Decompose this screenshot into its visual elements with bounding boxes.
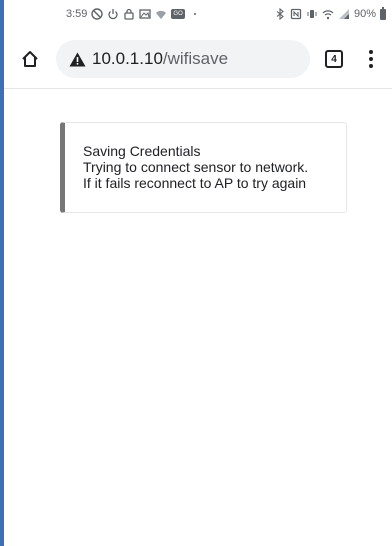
- more-dots-icon: [189, 8, 201, 20]
- menu-dot: [369, 50, 373, 54]
- nfc-icon: [290, 8, 302, 20]
- battery-percent: 90%: [353, 8, 376, 20]
- status-message-card: Saving Credentials Trying to connect sen…: [60, 122, 347, 213]
- menu-dot: [369, 57, 373, 61]
- home-icon: [22, 51, 38, 67]
- power-icon: [107, 8, 119, 20]
- overflow-menu-icon[interactable]: [364, 48, 378, 70]
- address-bar[interactable]: 10.0.1.10/wifisave: [56, 40, 310, 78]
- wifi-icon: [155, 8, 167, 20]
- image-icon: [139, 8, 152, 20]
- url-host: 10.0.1.10: [92, 49, 163, 68]
- status-time: 3:59: [66, 8, 88, 20]
- tab-switcher-icon[interactable]: 4: [325, 50, 343, 68]
- message-line-retry: If it fails reconnect to AP to try again: [83, 175, 307, 191]
- wifi-signal-icon: [322, 8, 334, 20]
- vibrate-icon: [306, 8, 318, 20]
- bluetooth-icon: [274, 8, 286, 20]
- status-right: 90%: [274, 6, 386, 20]
- message-line-connecting: Trying to connect sensor to network.: [83, 159, 309, 175]
- tab-count: 4: [331, 53, 337, 65]
- do-not-disturb-icon: [91, 8, 104, 20]
- message-title: Saving Credentials: [83, 143, 201, 159]
- home-button[interactable]: [18, 47, 42, 71]
- status-left: 3:59 GO: [66, 8, 201, 20]
- menu-dot: [369, 64, 373, 68]
- url-text: 10.0.1.10/wifisave: [92, 49, 228, 69]
- cell-signal-icon: [338, 8, 350, 20]
- status-bar: 3:59 GO 90%: [4, 0, 392, 30]
- lock-icon: [123, 8, 135, 20]
- browser-toolbar: 10.0.1.10/wifisave 4: [4, 30, 392, 89]
- not-secure-warning-icon[interactable]: [68, 50, 86, 68]
- go-icon: GO: [171, 9, 185, 19]
- url-path: /wifisave: [162, 49, 229, 68]
- battery-icon: [380, 6, 386, 20]
